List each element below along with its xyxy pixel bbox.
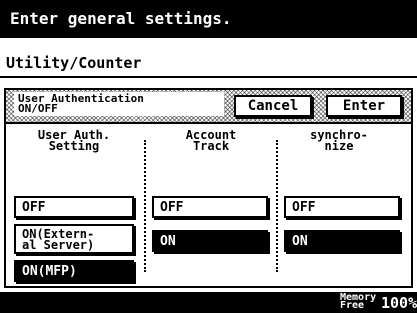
user-auth-on-external-server-button[interactable]: ON(Extern- al Server)	[14, 224, 134, 254]
breadcrumb: Utility/Counter	[0, 52, 417, 74]
memory-free-label: Memory Free	[340, 292, 377, 311]
user-auth-off-button[interactable]: OFF	[14, 196, 134, 218]
enter-button-label: Enter	[342, 98, 386, 114]
cancel-button[interactable]: Cancel	[234, 95, 312, 117]
instruction-text: Enter general settings.	[10, 9, 232, 28]
memory-free-value: 100%	[381, 294, 417, 312]
title-divider	[0, 76, 417, 78]
column-divider	[144, 140, 146, 272]
enter-button[interactable]: Enter	[326, 95, 402, 117]
breadcrumb-title: Utility/Counter	[6, 54, 142, 72]
account-track-off-button[interactable]: OFF	[152, 196, 268, 218]
synchronize-off-button[interactable]: OFF	[284, 196, 400, 218]
instruction-bar: Enter general settings.	[0, 0, 417, 38]
cancel-button-label: Cancel	[247, 98, 299, 114]
account-track-on-button[interactable]: ON	[152, 230, 268, 252]
column-divider	[276, 140, 278, 272]
settings-panel: User Authentication ON/OFF Cancel Enter …	[4, 88, 413, 288]
synchronize-heading: synchro- nize	[310, 128, 368, 153]
user-auth-on-mfp-button[interactable]: ON(MFP)	[14, 260, 134, 282]
synchronize-on-button[interactable]: ON	[284, 230, 400, 252]
user-auth-setting-heading: User Auth. Setting	[37, 128, 111, 153]
panel-title-line2: ON/OFF	[18, 102, 58, 115]
panel-header: User Authentication ON/OFF Cancel Enter	[6, 90, 411, 124]
status-bar: Memory Free 100%	[0, 292, 417, 313]
panel-title: User Authentication ON/OFF	[14, 92, 224, 116]
account-track-heading: Account Track	[185, 128, 237, 153]
copier-screen: Enter general settings. Utility/Counter …	[0, 0, 417, 313]
